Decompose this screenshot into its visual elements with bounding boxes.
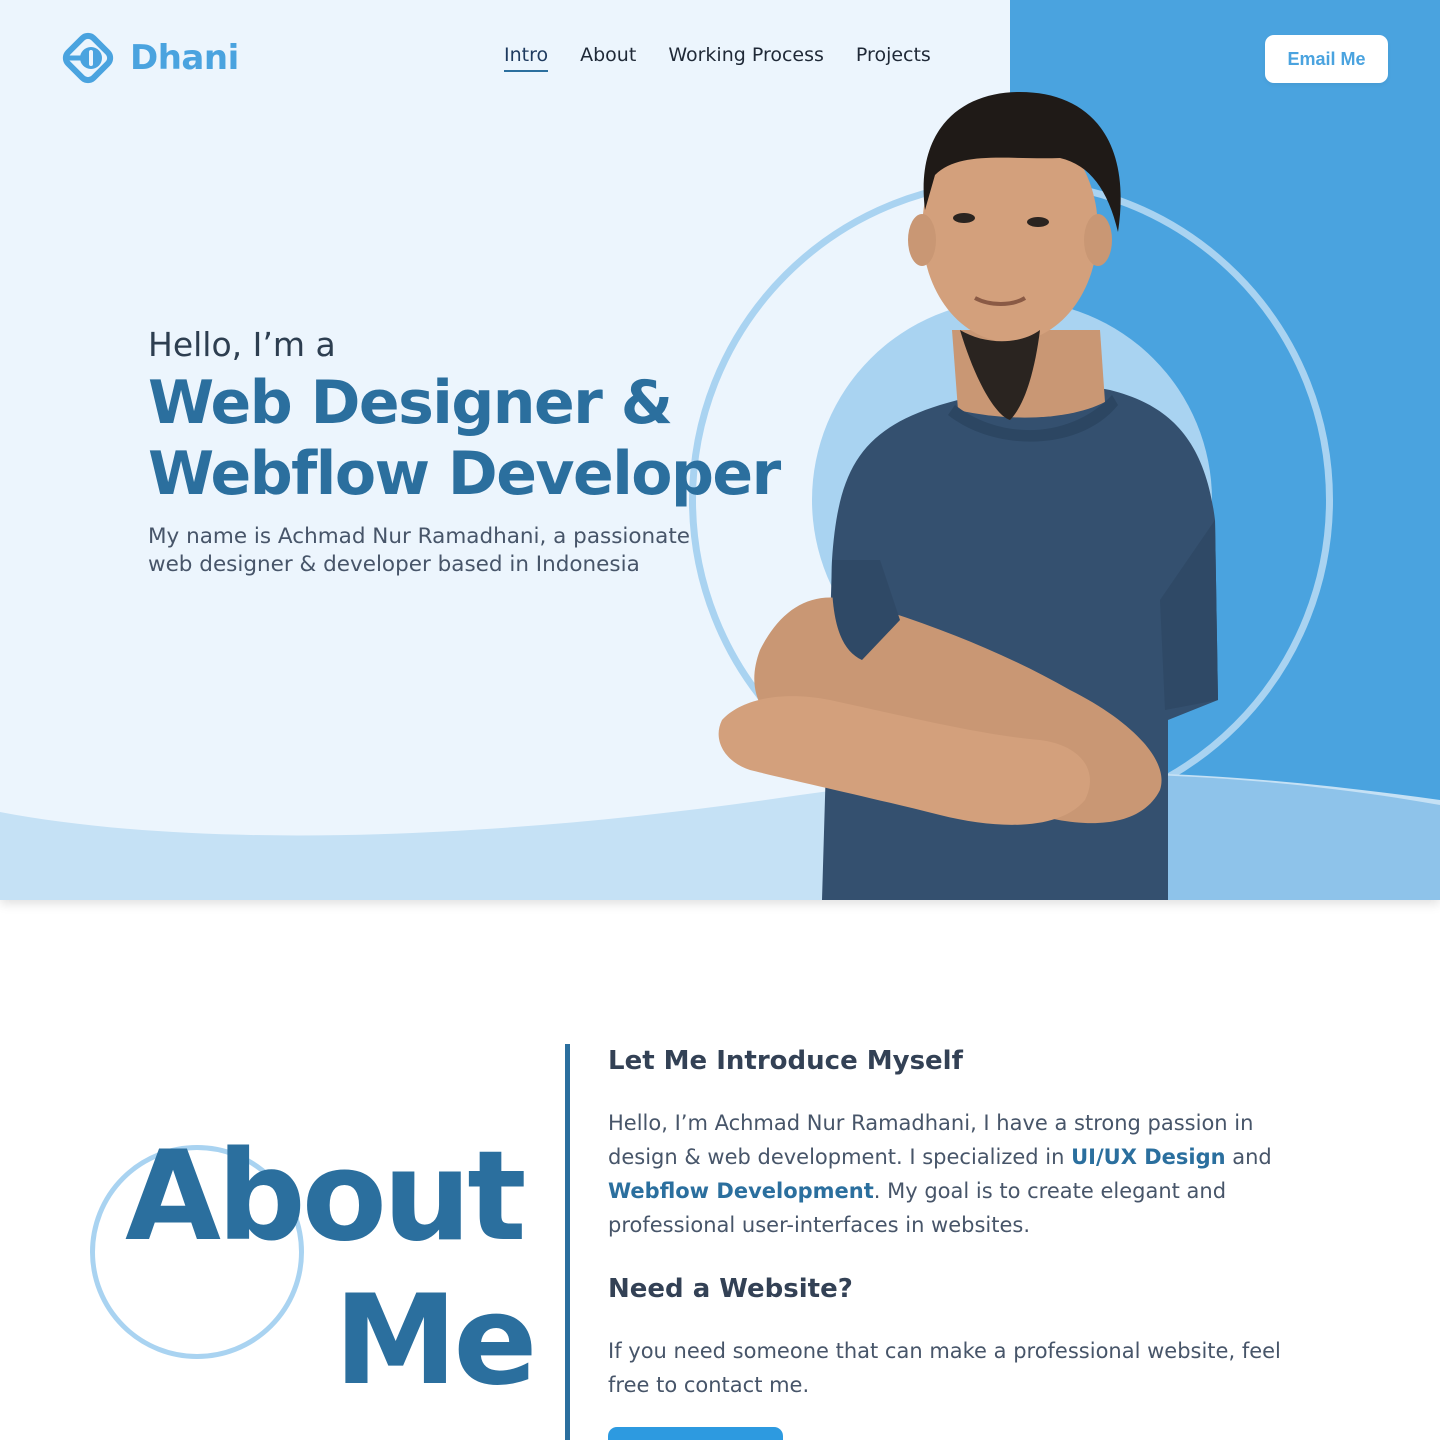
contact-button[interactable] (608, 1427, 783, 1440)
about-big-word: About (125, 1125, 526, 1269)
nav-working-process[interactable]: Working Process (668, 44, 824, 72)
hero-section: Dhani Intro About Working Process Projec… (0, 0, 1440, 900)
need-website-heading: Need a Website? (608, 1274, 853, 1304)
brand-name: Dhani (130, 38, 239, 78)
need-website-text: If you need someone that can make a prof… (608, 1339, 1281, 1397)
email-me-button[interactable]: Email Me (1265, 35, 1388, 83)
hero-greeting: Hello, I’m a (148, 325, 336, 364)
vertical-divider (565, 1044, 570, 1440)
uiux-highlight: UI/UX Design (1071, 1145, 1226, 1169)
main-nav: Intro About Working Process Projects (504, 44, 931, 72)
hero-description: My name is Achmad Nur Ramadhani, a passi… (148, 524, 690, 577)
hero-title-line1: Web Designer & (148, 368, 673, 438)
me-big-word: Me (334, 1269, 537, 1413)
hero-title: Web Designer & Webflow Developer (148, 368, 781, 510)
nav-intro[interactable]: Intro (504, 44, 549, 72)
brand-logo[interactable]: Dhani (56, 26, 239, 90)
nav-about[interactable]: About (580, 44, 636, 72)
diamond-arrow-icon (62, 32, 114, 84)
hero-title-line2: Webflow Developer (148, 439, 781, 509)
intro-text-part2: and (1225, 1145, 1272, 1169)
intro-heading: Let Me Introduce Myself (608, 1046, 963, 1076)
nav-projects[interactable]: Projects (856, 44, 931, 72)
webflow-highlight: Webflow Development (608, 1179, 874, 1203)
intro-text: Hello, I’m Achmad Nur Ramadhani, I have … (608, 1106, 1328, 1242)
